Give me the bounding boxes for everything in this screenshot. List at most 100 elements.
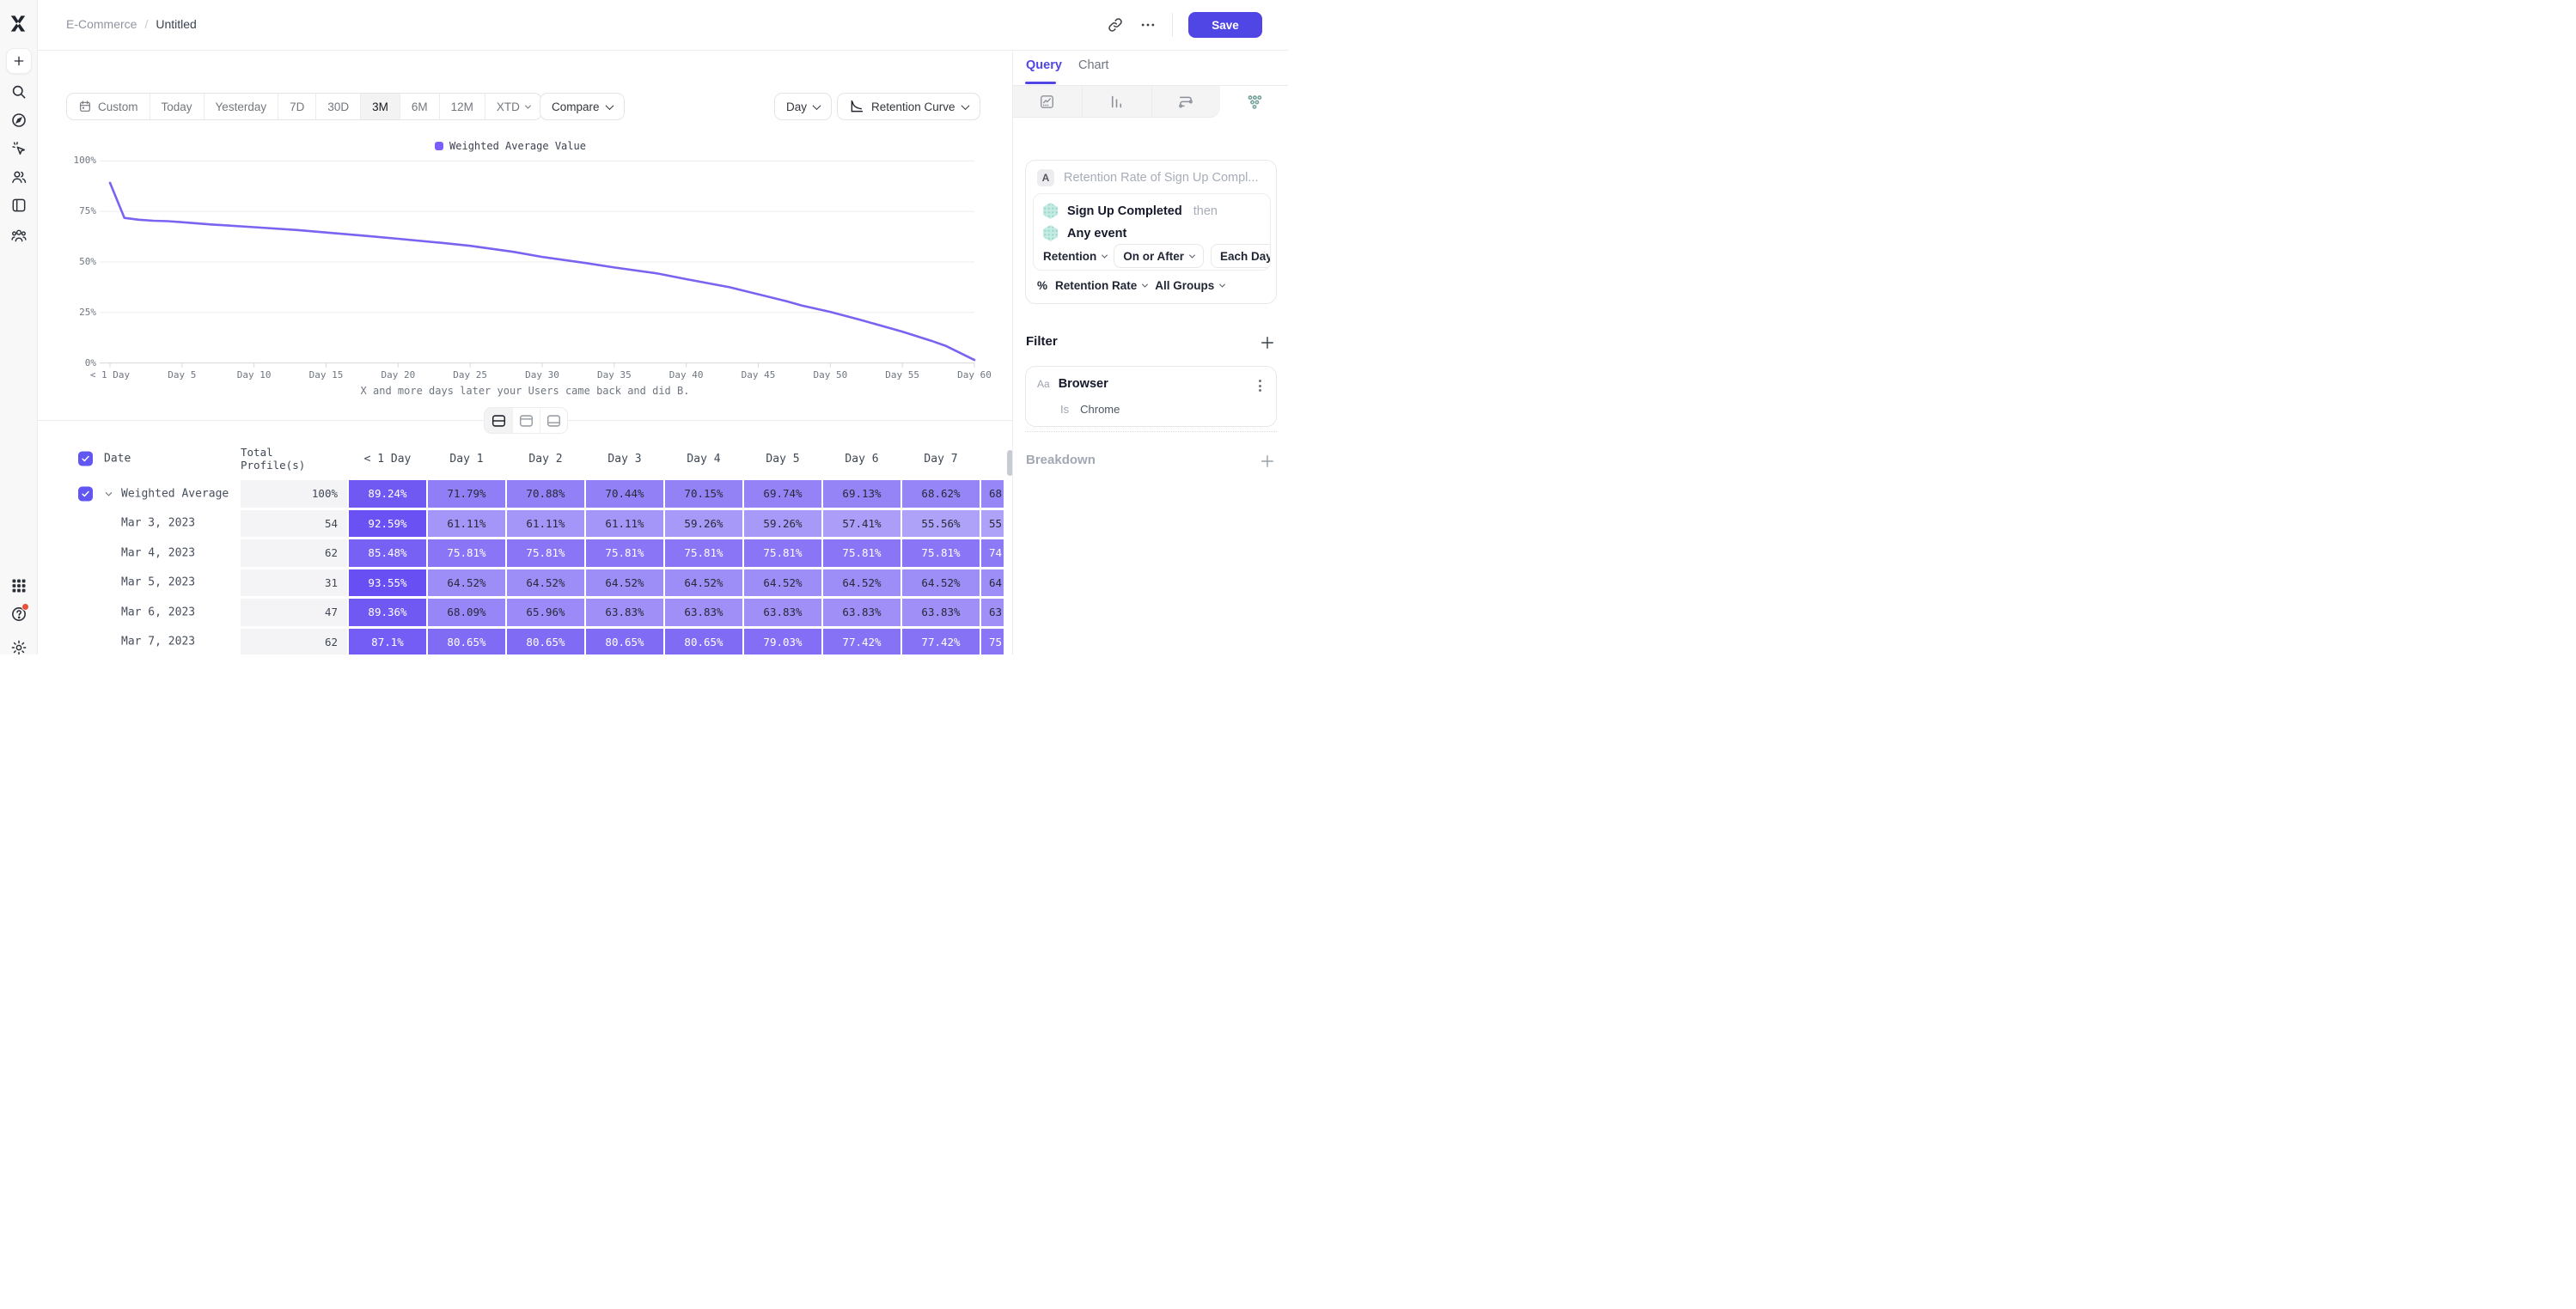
compare-button[interactable]: Compare xyxy=(540,93,625,120)
retention-cell[interactable]: 75.81% xyxy=(428,539,505,567)
retention-cell[interactable]: 59.26% xyxy=(665,510,742,538)
retention-cell[interactable]: 63.83% xyxy=(665,599,742,626)
retention-cell[interactable]: 70.15% xyxy=(665,480,742,508)
operator-dropdown[interactable]: On or After xyxy=(1114,244,1204,268)
row-checkbox[interactable] xyxy=(78,486,93,501)
first-event-selector[interactable]: Sign Up Completed xyxy=(1067,204,1182,218)
retention-cell[interactable]: 69.74% xyxy=(744,480,821,508)
add-breakdown-button[interactable] xyxy=(1259,453,1276,470)
search-icon[interactable] xyxy=(10,83,27,100)
retention-cell[interactable]: 64 xyxy=(981,569,1004,597)
apps-grid-icon[interactable] xyxy=(10,577,27,594)
range-today[interactable]: Today xyxy=(150,94,204,119)
retention-cell[interactable]: 85.48% xyxy=(349,539,426,567)
cohorts-team-icon[interactable] xyxy=(10,227,27,244)
retention-cell[interactable]: 77.42% xyxy=(823,629,900,655)
retention-cell[interactable]: 63.83% xyxy=(586,599,663,626)
tab-flows[interactable] xyxy=(1152,86,1221,118)
retention-cell[interactable]: 64.52% xyxy=(507,569,584,597)
retention-cell[interactable]: 75.81% xyxy=(586,539,663,567)
retention-cell[interactable]: 75.81% xyxy=(823,539,900,567)
compass-explore-icon[interactable] xyxy=(10,112,27,129)
metric-dropdown[interactable]: Retention Rate xyxy=(1055,279,1147,292)
new-report-button[interactable] xyxy=(6,48,32,74)
retention-cell[interactable]: 64.52% xyxy=(823,569,900,597)
table-only-view-button[interactable] xyxy=(540,408,567,433)
retention-cell[interactable]: 89.36% xyxy=(349,599,426,626)
retention-cell[interactable]: 75.81% xyxy=(665,539,742,567)
retention-cell[interactable]: 75.81% xyxy=(507,539,584,567)
retention-cell[interactable]: 64.52% xyxy=(744,569,821,597)
retention-cell[interactable]: 55 xyxy=(981,510,1004,538)
retention-cell[interactable]: 64.52% xyxy=(586,569,663,597)
retention-cell[interactable]: 93.55% xyxy=(349,569,426,597)
range-custom[interactable]: Custom xyxy=(67,94,150,119)
range-6m[interactable]: 6M xyxy=(400,94,439,119)
app-logo-icon[interactable] xyxy=(9,14,27,33)
retention-cell[interactable]: 80.65% xyxy=(665,629,742,655)
retention-cell[interactable]: 75.81% xyxy=(902,539,980,567)
settings-gear-icon[interactable] xyxy=(10,639,27,654)
retention-mode-dropdown[interactable]: Retention xyxy=(1043,250,1107,263)
retention-cell[interactable]: 70.88% xyxy=(507,480,584,508)
notebook-panel-icon[interactable] xyxy=(10,197,27,214)
retention-cell[interactable]: 63 xyxy=(981,599,1004,626)
retention-cell[interactable]: 64.52% xyxy=(428,569,505,597)
retention-cell[interactable]: 79.03% xyxy=(744,629,821,655)
retention-cell[interactable]: 61.11% xyxy=(507,510,584,538)
filter-menu-icon[interactable] xyxy=(1254,379,1266,393)
range-yesterday[interactable]: Yesterday xyxy=(204,94,278,119)
retention-cell[interactable]: 75.81% xyxy=(744,539,821,567)
retention-curve-chart[interactable] xyxy=(38,126,1012,384)
retention-cell[interactable]: 77.42% xyxy=(902,629,980,655)
tab-retention[interactable] xyxy=(1220,86,1288,118)
retention-cell[interactable]: 55.56% xyxy=(902,510,980,538)
retention-cell[interactable]: 71.79% xyxy=(428,480,505,508)
tab-query[interactable]: Query xyxy=(1026,58,1062,72)
bucket-dropdown[interactable]: Each Day xyxy=(1211,244,1271,268)
breadcrumb-report-title[interactable]: Untitled xyxy=(156,17,196,31)
breadcrumb-workspace[interactable]: E-Commerce xyxy=(66,17,137,31)
chart-type-dropdown[interactable]: Retention Curve xyxy=(837,93,980,120)
retention-cell[interactable]: 64.52% xyxy=(665,569,742,597)
retention-cell[interactable]: 69.13% xyxy=(823,480,900,508)
range-12m[interactable]: 12M xyxy=(439,94,485,119)
expand-row-icon[interactable] xyxy=(104,489,113,498)
retention-cell[interactable]: 80.65% xyxy=(507,629,584,655)
range-xtd[interactable]: XTD xyxy=(485,94,541,119)
save-button[interactable]: Save xyxy=(1188,12,1262,38)
retention-cell[interactable]: 80.65% xyxy=(586,629,663,655)
retention-cell[interactable]: 74 xyxy=(981,539,1004,567)
filter-operator[interactable]: Is xyxy=(1060,403,1069,416)
retention-cell[interactable]: 68.62% xyxy=(902,480,980,508)
retention-cell[interactable]: 68 xyxy=(981,480,1004,508)
retention-cell[interactable]: 61.11% xyxy=(428,510,505,538)
retention-cell[interactable]: 63.83% xyxy=(744,599,821,626)
tab-chart[interactable]: Chart xyxy=(1078,58,1108,72)
retention-cell[interactable]: 64.52% xyxy=(902,569,980,597)
retention-cell[interactable]: 65.96% xyxy=(507,599,584,626)
filter-card[interactable]: Aa Browser Is Chrome xyxy=(1025,366,1277,427)
chart-only-view-button[interactable] xyxy=(512,408,540,433)
retention-cell[interactable]: 70.44% xyxy=(586,480,663,508)
retention-cell[interactable]: 63.83% xyxy=(902,599,980,626)
filter-property[interactable]: Browser xyxy=(1059,377,1108,391)
filter-value[interactable]: Chrome xyxy=(1080,403,1120,416)
help-button[interactable] xyxy=(10,606,27,623)
events-cursor-icon[interactable] xyxy=(10,140,27,157)
range-3m[interactable]: 3M xyxy=(360,94,400,119)
retention-cell[interactable]: 68.09% xyxy=(428,599,505,626)
retention-cell[interactable]: 80.65% xyxy=(428,629,505,655)
split-view-button[interactable] xyxy=(485,408,512,433)
add-filter-button[interactable] xyxy=(1259,334,1276,351)
retention-cell[interactable]: 61.11% xyxy=(586,510,663,538)
select-all-checkbox[interactable] xyxy=(78,452,93,466)
retention-cell[interactable]: 63.83% xyxy=(823,599,900,626)
range-30d[interactable]: 30D xyxy=(315,94,360,119)
more-options-icon[interactable] xyxy=(1139,16,1157,33)
groups-dropdown[interactable]: All Groups xyxy=(1155,279,1224,292)
return-event-selector[interactable]: Any event xyxy=(1067,227,1126,240)
tab-funnels[interactable] xyxy=(1083,86,1152,118)
retention-cell[interactable]: 92.59% xyxy=(349,510,426,538)
retention-cell[interactable]: 87.1% xyxy=(349,629,426,655)
